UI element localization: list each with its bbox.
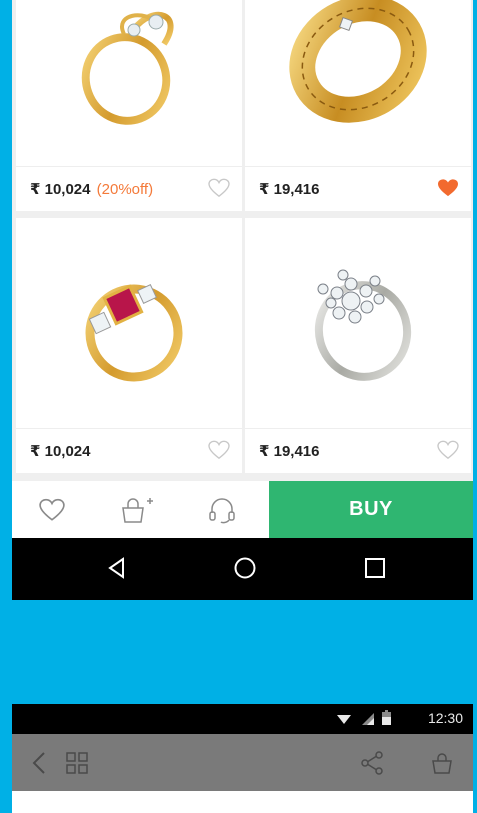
product-image[interactable] <box>245 0 471 162</box>
home-button[interactable] <box>230 553 260 583</box>
bag-button[interactable] <box>427 748 457 778</box>
back-button[interactable] <box>102 553 132 583</box>
app-toolbar <box>12 734 473 791</box>
support-headset-icon <box>209 497 235 523</box>
grid-icon <box>66 752 88 774</box>
share-icon <box>361 751 383 775</box>
back-button[interactable] <box>24 748 54 778</box>
heart-outline-icon <box>39 498 65 521</box>
product-info-bar: ₹ 19,416 <box>245 166 471 211</box>
product-info-bar: ₹ 10,024 <box>16 428 242 473</box>
back-triangle-icon <box>108 557 124 579</box>
product-price: ₹ 10,024 (20%off) <box>30 181 154 198</box>
status-bar: 12:30 <box>12 704 473 734</box>
buy-button[interactable]: BUY <box>269 481 473 538</box>
product-price: ₹ 19,416 <box>259 181 320 198</box>
product-info-bar: ₹ 19,416 <box>245 428 471 473</box>
product-info-bar: ₹ 10,024 (20%off) <box>16 166 242 211</box>
product-price: ₹ 19,416 <box>259 443 320 460</box>
favorite-outline-icon[interactable] <box>208 440 230 460</box>
system-navigation-bar <box>12 538 473 600</box>
bag-icon <box>432 753 452 774</box>
product-card[interactable]: ₹ 19,416 <box>245 0 471 211</box>
product-action-bar: BUY <box>12 481 473 538</box>
product-price: ₹ 10,024 <box>30 443 91 460</box>
favorite-outline-icon[interactable] <box>437 440 459 460</box>
grid-button[interactable] <box>62 748 92 778</box>
wifi-icon <box>337 715 351 724</box>
product-card[interactable]: ₹ 10,024 <box>16 218 242 473</box>
wishlist-button[interactable] <box>12 481 92 538</box>
product-card[interactable]: ₹ 10,024 (20%off) <box>16 0 242 211</box>
product-image[interactable] <box>16 0 242 162</box>
product-card[interactable]: ₹ 19,416 <box>245 218 471 473</box>
favorite-filled-icon[interactable] <box>437 178 459 198</box>
discount-label: (20%off) <box>96 181 154 198</box>
second-screen: 12:30 <box>12 704 473 813</box>
product-image[interactable] <box>16 218 242 424</box>
add-to-bag-button[interactable] <box>97 481 177 538</box>
product-grid-screen: ₹ 10,024 (20%off) ₹ 19,416 ₹ 10,024 ₹ 19… <box>12 0 473 600</box>
battery-icon <box>382 710 391 725</box>
share-button[interactable] <box>357 748 387 778</box>
status-time: 12:30 <box>427 710 463 726</box>
support-button[interactable] <box>182 481 262 538</box>
home-circle-icon <box>234 557 256 579</box>
favorite-outline-icon[interactable] <box>208 178 230 198</box>
product-image[interactable] <box>245 218 471 424</box>
recents-button[interactable] <box>360 553 390 583</box>
back-chevron-icon <box>32 752 45 774</box>
signal-icon <box>362 713 374 725</box>
add-to-bag-icon <box>122 497 153 523</box>
recents-square-icon <box>365 558 385 578</box>
